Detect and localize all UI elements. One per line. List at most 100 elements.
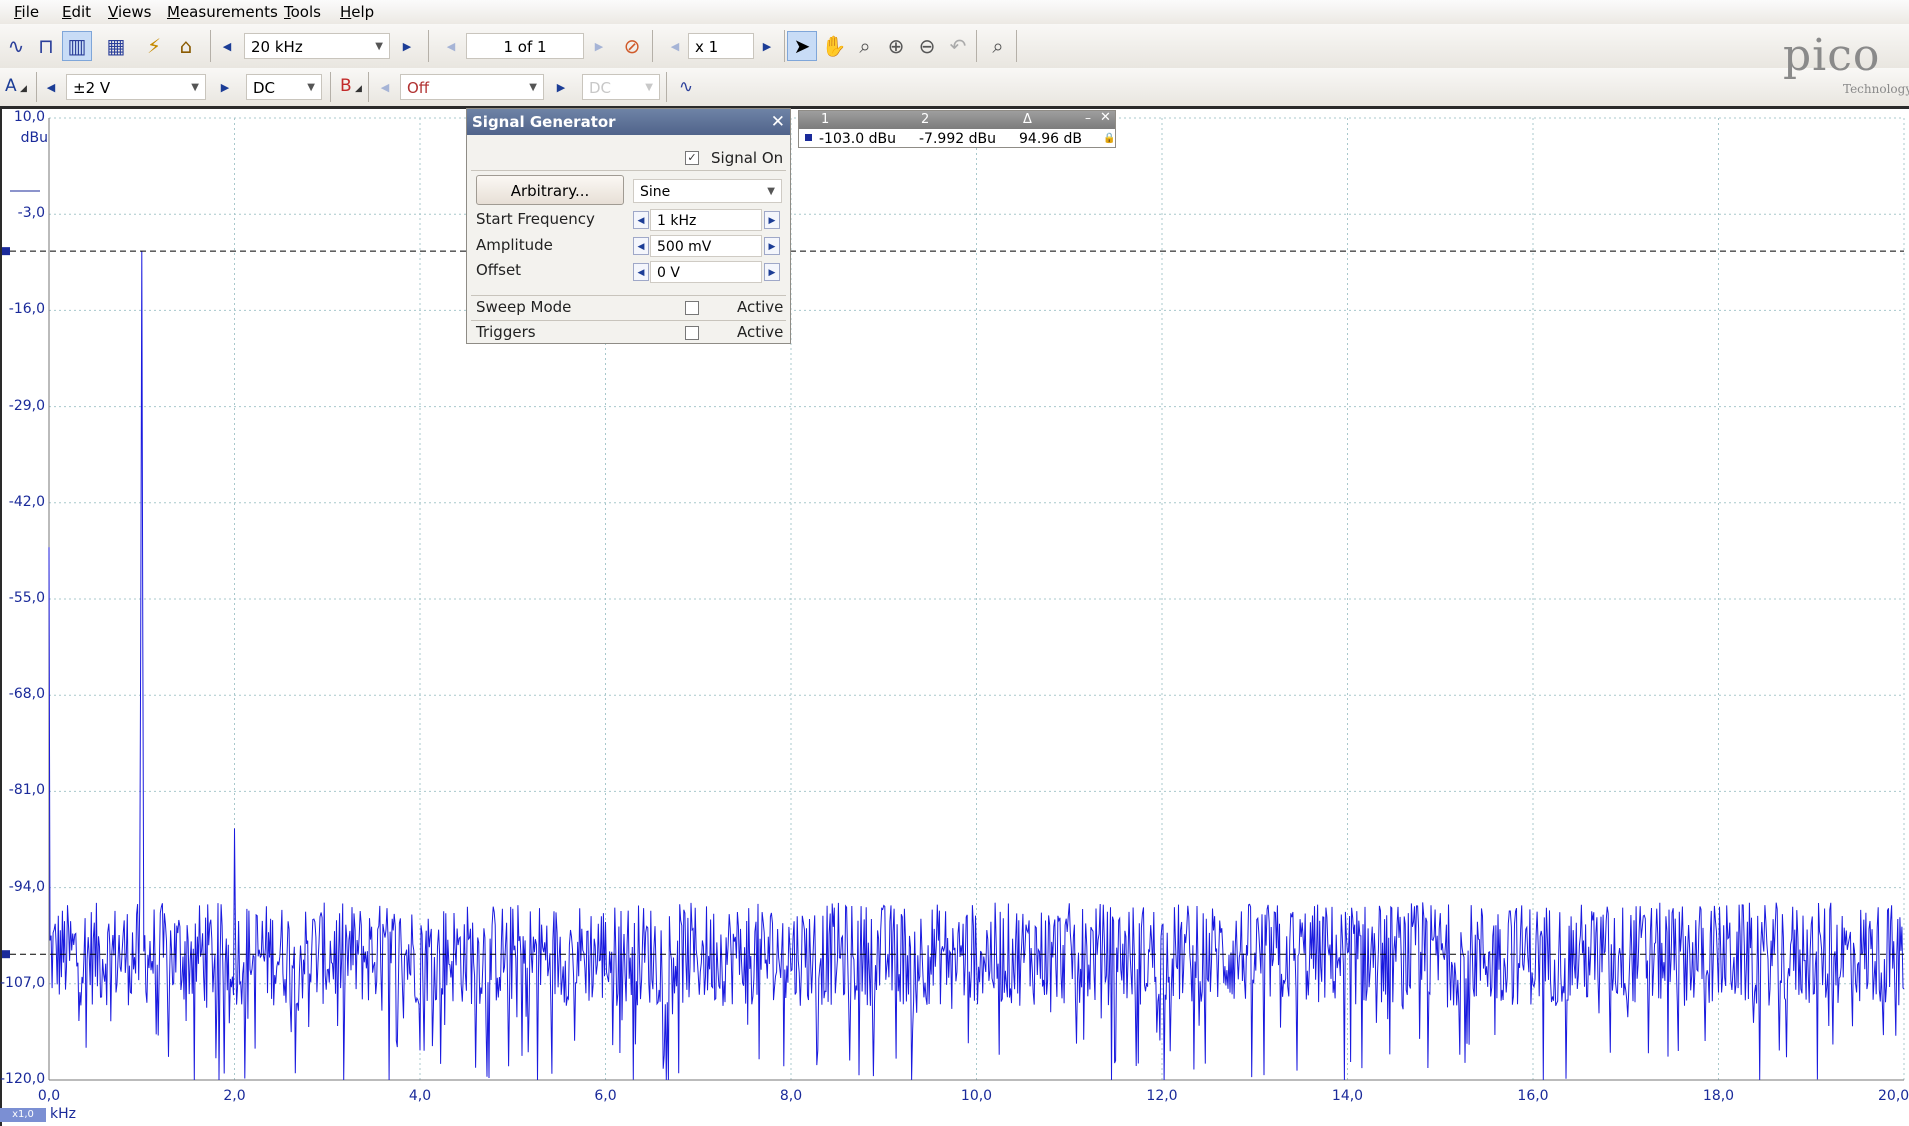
ruler-1-value: -103.0 dBu [819, 131, 896, 147]
channel-a-coupling-select[interactable]: DC ▼ [246, 74, 322, 100]
divider [471, 295, 786, 296]
channel-b-range-next[interactable]: ▶ [550, 73, 572, 101]
zoom-factor-value: x 1 [695, 38, 719, 56]
spectrum-plot[interactable]: 10,0 -3,0 -16,0 -29,0 -42,0 -55,0 -68,0 -81,0 -9… [0, 106, 1909, 1126]
channel-a-range-prev[interactable]: ◀ [40, 73, 62, 101]
spectrum-chart[interactable] [0, 106, 1909, 1126]
y-tick-label: -81,0 [8, 782, 45, 799]
timebase-next-arrow[interactable]: ▶ [396, 32, 418, 60]
pico-logo: pico Technology [1759, 30, 1909, 100]
channel-b-label[interactable]: B [340, 76, 352, 96]
menu-bar: File Edit Views Measurements Tools Help [0, 0, 1909, 25]
buffer-navigator-icon[interactable]: ⊘ [618, 32, 646, 60]
menu-file[interactable]: File [14, 3, 39, 21]
chevron-down-icon: ▼ [645, 82, 653, 93]
channel-b-range-select[interactable]: Off ▼ [400, 74, 544, 100]
y-tick-label: -120,0 [0, 1071, 46, 1087]
arbitrary-button[interactable]: Arbitrary... [476, 175, 624, 205]
start-frequency-increase[interactable]: ▶ [764, 211, 780, 229]
channel-a-options-icon[interactable]: ◢ [20, 84, 27, 94]
pico-logo-word: pico [1783, 30, 1881, 81]
offset-increase[interactable]: ▶ [764, 263, 780, 281]
home-icon[interactable]: ⌂ [172, 32, 200, 60]
offset-label: Offset [476, 261, 522, 279]
channel-a-range-next[interactable]: ▶ [214, 73, 236, 101]
zoom-in-icon[interactable]: ⊕ [882, 32, 910, 60]
separator [368, 72, 369, 102]
zoom-next-arrow[interactable]: ▶ [756, 32, 778, 60]
offset-field[interactable]: 0 V [650, 261, 762, 283]
divider [471, 320, 786, 321]
chevron-down-icon: ▼ [307, 82, 315, 93]
signal-generator-icon[interactable]: ∿ [672, 73, 700, 101]
lock-icon[interactable]: 🔒 [1103, 133, 1115, 144]
x-tick-label: 8,0 [779, 1088, 803, 1104]
zoom-select-icon[interactable]: ⌕ [851, 32, 879, 60]
spectrum-options-icon[interactable]: ▦ [102, 32, 130, 60]
x-tick-label: 14,0 [1331, 1088, 1364, 1104]
separator [36, 72, 37, 102]
auto-setup-icon[interactable]: ⚡ [140, 32, 168, 60]
close-icon[interactable]: ✕ [771, 109, 785, 135]
channel-a-range-select[interactable]: ±2 V ▼ [66, 74, 206, 100]
zoom-out-icon[interactable]: ⊖ [913, 32, 941, 60]
ruler-2-value: -7.992 dBu [919, 131, 996, 147]
persistence-mode-icon[interactable]: ⊓ [32, 32, 60, 60]
close-icon[interactable]: ✕ [1100, 110, 1111, 125]
capture-next-arrow[interactable]: ▶ [588, 32, 610, 60]
amplitude-decrease[interactable]: ◀ [633, 237, 649, 255]
menu-views[interactable]: Views [108, 3, 151, 21]
channel-b-options-icon[interactable]: ◢ [355, 84, 362, 94]
pointer-tool-icon[interactable]: ➤ [787, 31, 817, 61]
scope-mode-icon[interactable]: ∿ [2, 32, 30, 60]
timebase-prev-arrow[interactable]: ◀ [216, 32, 238, 60]
signal-generator-titlebar[interactable]: Signal Generator ✕ [467, 109, 790, 135]
capture-counter-value: 1 of 1 [503, 38, 547, 56]
capture-prev-arrow[interactable]: ◀ [440, 32, 462, 60]
undo-zoom-icon[interactable]: ↶ [944, 32, 972, 60]
chevron-down-icon: ▼ [529, 82, 537, 93]
ruler-1-handle [2, 950, 10, 959]
y-tick-label: -42,0 [8, 493, 45, 510]
channel-a-label[interactable]: A [5, 76, 17, 96]
waveform-select[interactable]: Sine ▼ [633, 179, 782, 203]
menu-edit[interactable]: Edit [62, 3, 91, 21]
signal-on-checkbox[interactable]: ✓ [685, 151, 699, 165]
y-tick-label: 10,0 [13, 109, 45, 125]
hand-tool-icon[interactable]: ✋ [820, 32, 848, 60]
ruler-2-header: 2 [921, 112, 930, 127]
start-frequency-field[interactable]: 1 kHz [650, 209, 762, 231]
zoom-factor-field[interactable]: x 1 [688, 33, 754, 59]
y-tick-label: -16,0 [8, 301, 45, 318]
ruler-measurement-table[interactable]: 1 2 Δ – ✕ -103.0 dBu -7.992 dBu 94.96 dB… [798, 110, 1116, 148]
spectrum-trace [48, 251, 1905, 1081]
main-toolbar: ∿ ⊓ ▥ ▦ ⚡ ⌂ ◀ 20 kHz ▼ ▶ ◀ 1 of 1 ▶ ⊘ ◀ … [0, 24, 1909, 68]
channel-a-swatch [805, 134, 812, 141]
menu-tools[interactable]: Tools [284, 3, 321, 21]
sweep-mode-checkbox[interactable] [685, 301, 699, 315]
channel-b-range-prev[interactable]: ◀ [374, 73, 396, 101]
amplitude-label: Amplitude [476, 236, 553, 254]
divider [471, 170, 786, 171]
separator [976, 30, 977, 62]
separator [428, 30, 429, 62]
spectrum-mode-icon[interactable]: ▥ [62, 31, 92, 61]
separator [652, 30, 653, 62]
minimize-icon[interactable]: – [1085, 111, 1091, 125]
triggers-checkbox[interactable] [685, 326, 699, 340]
zoom-overview-icon[interactable]: ⌕ [984, 32, 1012, 60]
channel-b-coupling-select[interactable]: DC ▼ [582, 74, 660, 100]
offset-decrease[interactable]: ◀ [633, 263, 649, 281]
ruler-1-header: 1 [821, 112, 830, 127]
start-frequency-decrease[interactable]: ◀ [633, 211, 649, 229]
x-scale-badge[interactable]: x1,0 [0, 1108, 46, 1122]
amplitude-field[interactable]: 500 mV [650, 235, 762, 257]
menu-help[interactable]: Help [340, 3, 374, 21]
zoom-prev-arrow[interactable]: ◀ [664, 32, 686, 60]
menu-measurements[interactable]: Measurements [167, 3, 278, 21]
separator [666, 72, 667, 102]
y-tick-label: -94,0 [8, 878, 45, 895]
amplitude-increase[interactable]: ▶ [764, 237, 780, 255]
timebase-select[interactable]: 20 kHz ▼ [244, 33, 390, 59]
x-tick-label: 10,0 [960, 1088, 993, 1104]
